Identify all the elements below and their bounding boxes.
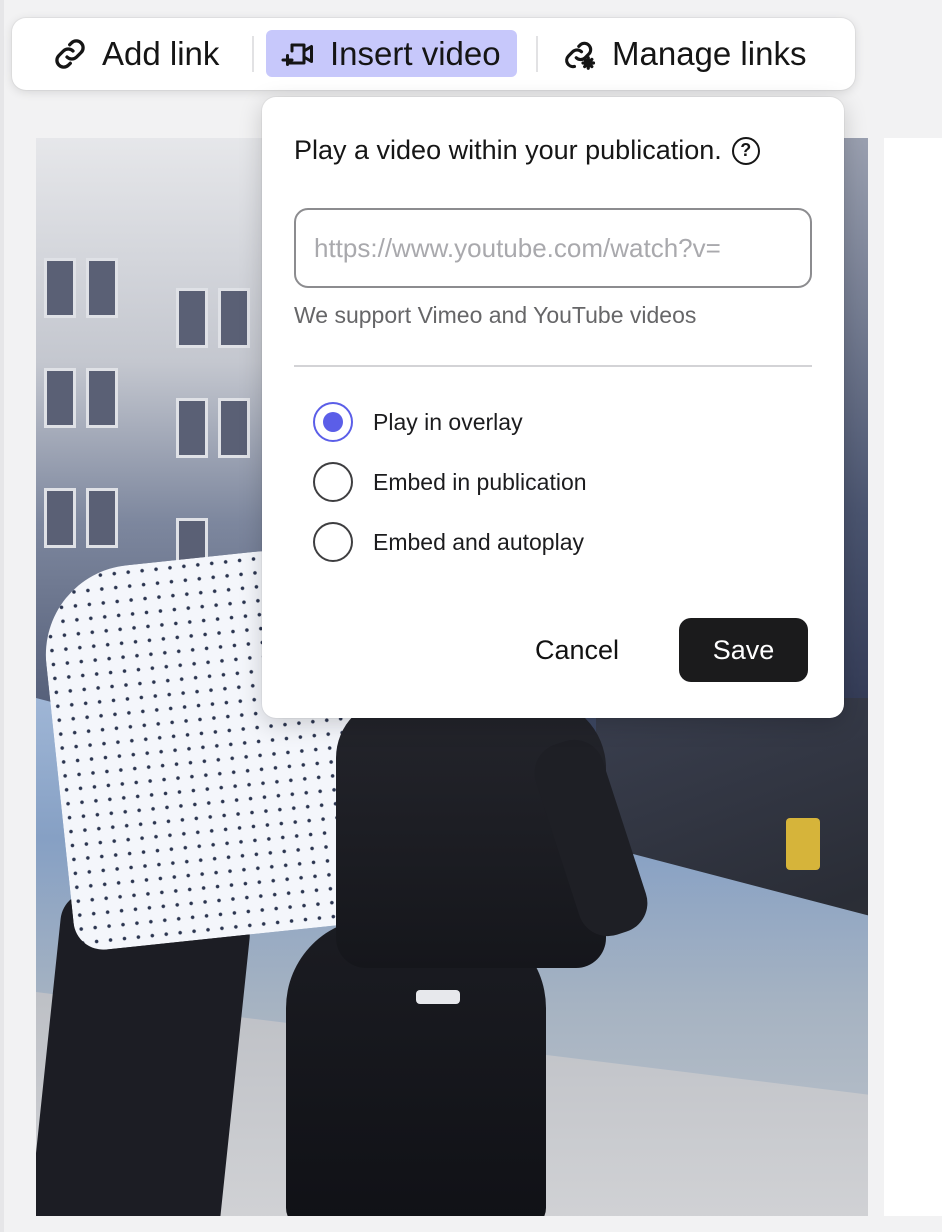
add-link-label: Add link <box>102 34 220 72</box>
manage-links-label: Manage links <box>612 34 807 72</box>
option-label: Embed in publication <box>373 468 587 495</box>
video-url-input[interactable] <box>294 208 812 288</box>
link-settings-icon <box>565 41 596 70</box>
photo-phone <box>416 990 460 1004</box>
radio-button-checked[interactable] <box>313 402 353 442</box>
editor-canvas: Add link Insert video Manage links Play … <box>0 0 942 1232</box>
radio-button[interactable] <box>313 462 353 502</box>
link-toolbar: Add link Insert video Manage links <box>12 18 855 90</box>
insert-video-button[interactable]: Insert video <box>266 30 517 77</box>
option-play-in-overlay[interactable]: Play in overlay <box>313 402 523 442</box>
video-add-icon <box>281 43 313 66</box>
canvas-edge <box>0 0 4 1232</box>
option-label: Play in overlay <box>373 408 523 435</box>
insert-video-label: Insert video <box>330 34 501 72</box>
option-label: Embed and autoplay <box>373 528 584 555</box>
page-margin <box>884 138 942 1216</box>
insert-video-popover: Play a video within your publication. ? … <box>262 97 844 718</box>
toolbar-divider <box>536 36 538 72</box>
toolbar-divider <box>252 36 254 72</box>
help-circle-icon[interactable]: ? <box>731 136 760 165</box>
option-embed-in-publication[interactable]: Embed in publication <box>313 462 587 502</box>
radio-button[interactable] <box>313 522 353 562</box>
add-link-button[interactable]: Add link <box>52 30 219 77</box>
cancel-button[interactable]: Cancel <box>512 618 642 682</box>
divider <box>294 365 812 367</box>
popover-title-text: Play a video within your publication. <box>294 135 722 165</box>
save-button[interactable]: Save <box>679 618 808 682</box>
supported-services-hint: We support Vimeo and YouTube videos <box>294 302 697 328</box>
radio-dot <box>323 412 343 432</box>
manage-links-button[interactable]: Manage links <box>562 30 806 77</box>
option-embed-and-autoplay[interactable]: Embed and autoplay <box>313 522 584 562</box>
link-icon <box>55 38 85 69</box>
popover-title: Play a video within your publication. ? <box>294 135 760 166</box>
